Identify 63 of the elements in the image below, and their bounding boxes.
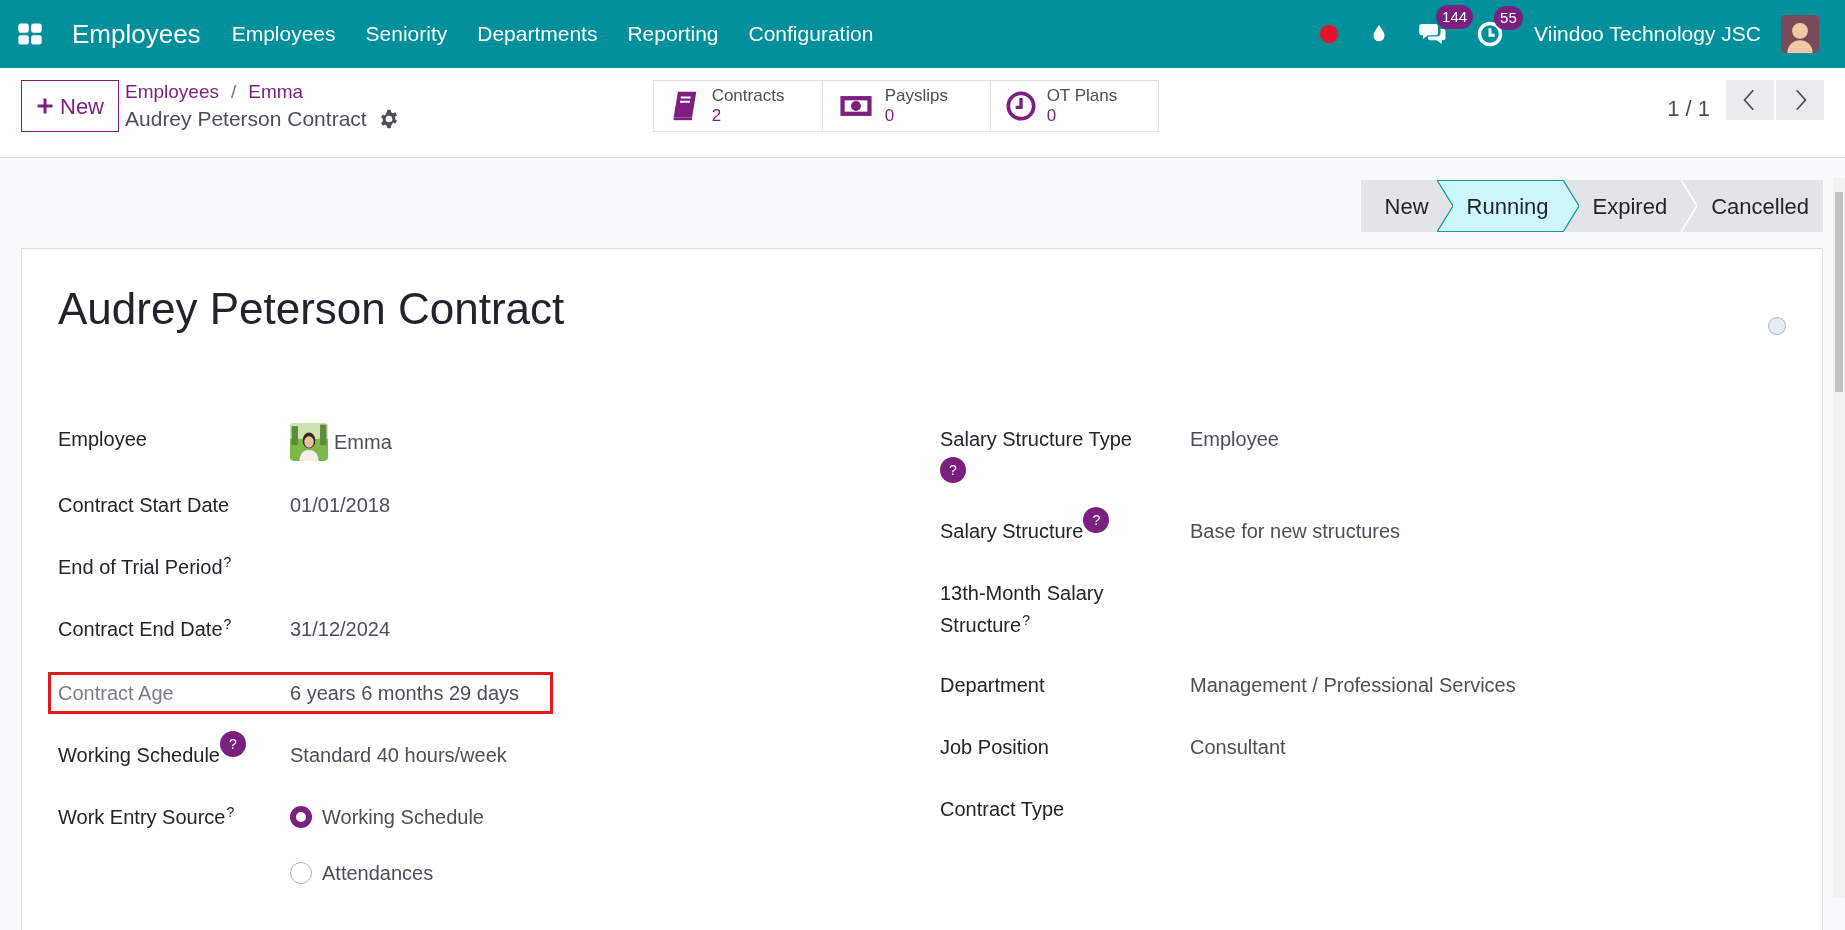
- menu-item[interactable]: Departments: [462, 18, 613, 50]
- help-mark[interactable]: ?: [223, 616, 232, 632]
- step-separator: [1436, 180, 1453, 232]
- record-name: Audrey Peterson Contract: [125, 106, 367, 132]
- field-value: Standard 40 hours/week: [290, 744, 507, 766]
- field-label: Contract Type: [940, 797, 1065, 822]
- field-value: Employee: [1190, 428, 1279, 450]
- plus-icon: [36, 97, 54, 115]
- field-label: Contract Start Date: [58, 493, 230, 518]
- gear-icon[interactable]: [378, 109, 399, 129]
- field-label: Job Position: [940, 735, 1049, 760]
- radio-label: Working Schedule: [322, 805, 484, 830]
- field-label: Contract End Date$^{?}$: [58, 615, 232, 642]
- field-value: Base for new structures: [1190, 520, 1401, 542]
- help-mark[interactable]: ?: [226, 804, 235, 820]
- step-separator: [1562, 180, 1579, 232]
- help-badge[interactable]: ?: [219, 731, 246, 757]
- user-avatar-icon[interactable]: [1781, 15, 1819, 53]
- step-separator: [1681, 180, 1698, 232]
- next-button[interactable]: [1776, 80, 1824, 120]
- record-dot-icon[interactable]: [1318, 23, 1341, 45]
- field-label: Contract Age: [58, 681, 174, 706]
- menu-item[interactable]: Configuration: [733, 18, 889, 50]
- count-badge: 55: [1494, 6, 1523, 30]
- field-value: Consultant: [1190, 736, 1286, 758]
- help-mark[interactable]: ?: [223, 554, 232, 570]
- app-name[interactable]: Employees: [72, 14, 201, 54]
- radio-button[interactable]: [290, 862, 312, 884]
- radio-label: Attendances: [322, 861, 434, 886]
- new-button[interactable]: New: [21, 80, 119, 132]
- smart-button[interactable]: Contracts 2: [653, 81, 822, 131]
- field-value: 01/01/2018: [290, 494, 391, 516]
- field-label: 13th-Month Salary Structure$^{?}$: [940, 581, 1105, 638]
- previous-button[interactable]: [1726, 80, 1774, 120]
- field-label: Work Entry Source$^{?}$: [58, 803, 235, 830]
- field-link[interactable]: Emma: [334, 426, 392, 458]
- smart-button[interactable]: Payslips 0: [821, 81, 990, 131]
- help-badge[interactable]: ?: [1083, 507, 1110, 533]
- menu-item[interactable]: Reporting: [612, 18, 734, 50]
- field-label: Salary Structure Type ?: [940, 423, 1132, 487]
- status-step[interactable]: Expired: [1578, 180, 1682, 232]
- breadcrumb-link[interactable]: Employees: [125, 80, 219, 104]
- smart-button[interactable]: OT Plans 0: [989, 81, 1158, 131]
- field-value: 6 years 6 months 29 days: [290, 682, 519, 704]
- field-value: Management / Professional Services: [1190, 674, 1516, 696]
- record-title: Audrey Peterson Contract: [58, 283, 565, 335]
- field-label: Employee: [58, 427, 147, 452]
- field-label: Department: [940, 673, 1045, 698]
- menu-item[interactable]: Seniority: [350, 18, 463, 50]
- radio-button[interactable]: [290, 806, 312, 828]
- field-label: End of Trial Period$^{?}$: [58, 553, 232, 580]
- status-step[interactable]: Cancelled: [1697, 180, 1823, 232]
- breadcrumb-separator: /: [231, 80, 237, 104]
- breadcrumb-link[interactable]: Emma: [248, 80, 304, 104]
- clock-icon: [1004, 90, 1037, 122]
- status-step[interactable]: New: [1360, 180, 1437, 232]
- menu-item[interactable]: Employees: [216, 18, 351, 50]
- pager-value: 1 / 1: [1667, 95, 1710, 123]
- field-value: 31/12/2024: [290, 618, 391, 640]
- company-name[interactable]: Viindoo Technology JSC: [1534, 18, 1761, 50]
- help-mark[interactable]: ?: [1022, 612, 1030, 628]
- count-badge: 144: [1436, 5, 1474, 29]
- help-badge[interactable]: ?: [940, 457, 966, 483]
